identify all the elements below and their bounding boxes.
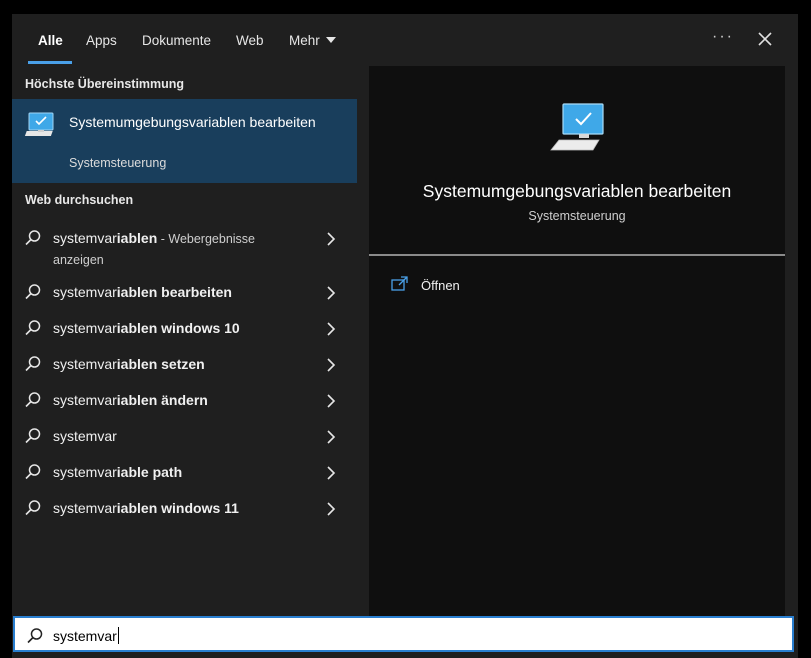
web-result-text: systemvar xyxy=(53,428,117,444)
web-result[interactable]: systemvariablen setzen xyxy=(12,351,357,377)
web-result-text: systemvariable path xyxy=(53,464,183,480)
web-result-text: systemvariablen windows 10 xyxy=(53,320,240,336)
search-icon xyxy=(25,428,41,444)
tab-apps[interactable]: Apps xyxy=(86,33,117,48)
computer-icon xyxy=(24,111,56,146)
search-icon xyxy=(27,628,43,644)
best-match-header: Höchste Übereinstimmung xyxy=(25,77,185,91)
web-result[interactable]: systemvar xyxy=(12,423,357,449)
tab-more[interactable]: Mehr xyxy=(289,33,336,48)
tab-more-label: Mehr xyxy=(289,33,320,48)
search-input[interactable]: systemvar xyxy=(53,627,119,644)
web-result-text: systemvariablen windows 11 xyxy=(53,500,239,516)
search-icon xyxy=(25,284,41,300)
web-result[interactable]: systemvariablen windows 11 xyxy=(12,495,357,521)
close-icon[interactable] xyxy=(754,28,776,50)
open-icon xyxy=(391,276,408,291)
search-icon xyxy=(25,500,41,516)
web-search-header: Web durchsuchen xyxy=(25,193,134,207)
tab-all[interactable]: Alle xyxy=(38,33,63,48)
web-result[interactable]: systemvariable path xyxy=(12,459,357,485)
search-icon xyxy=(25,230,41,246)
tab-web[interactable]: Web xyxy=(236,33,264,48)
search-icon xyxy=(25,320,41,336)
preview-subtitle: Systemsteuerung xyxy=(528,209,626,223)
chevron-right-icon xyxy=(327,502,336,516)
preview-title: Systemumgebungsvariablen bearbeiten xyxy=(422,181,732,201)
text-cursor xyxy=(117,627,119,644)
best-match-title: Systemumgebungsvariablen bearbeiten xyxy=(69,114,316,130)
more-options-icon[interactable]: ··· xyxy=(712,28,734,46)
search-icon xyxy=(25,392,41,408)
open-action[interactable]: Öffnen xyxy=(391,275,591,297)
open-action-label: Öffnen xyxy=(421,278,460,293)
web-result[interactable]: systemvariablen bearbeiten xyxy=(12,279,357,305)
tab-bar: Alle Apps Dokumente Web Mehr ··· xyxy=(12,14,798,66)
preview-panel: Systemumgebungsvariablen bearbeiten Syst… xyxy=(369,66,785,616)
chevron-right-icon xyxy=(327,286,336,300)
web-result[interactable]: systemvariablen ändern xyxy=(12,387,357,413)
search-box[interactable]: systemvar xyxy=(13,616,794,652)
search-window: Alle Apps Dokumente Web Mehr ··· Höchste… xyxy=(12,14,798,658)
chevron-right-icon xyxy=(327,232,336,246)
chevron-right-icon xyxy=(327,466,336,480)
web-result[interactable]: systemvariablen windows 10 xyxy=(12,315,357,341)
web-result-text: systemvariablen - Webergebnisse anzeigen xyxy=(53,230,256,267)
chevron-right-icon xyxy=(327,430,336,444)
best-match-item[interactable]: Systemumgebungsvariablen bearbeiten Syst… xyxy=(12,99,357,183)
chevron-right-icon xyxy=(327,322,336,336)
results-panel: Höchste Übereinstimmung Systemumgebungsv… xyxy=(12,66,357,616)
web-result[interactable]: systemvariablen - Webergebnisse anzeigen xyxy=(12,225,357,267)
search-icon xyxy=(25,464,41,480)
tab-documents[interactable]: Dokumente xyxy=(142,33,211,48)
divider xyxy=(369,254,785,256)
chevron-right-icon xyxy=(327,394,336,408)
web-result-text: systemvariablen ändern xyxy=(53,392,208,408)
best-match-subtitle: Systemsteuerung xyxy=(69,156,167,170)
computer-icon xyxy=(549,102,609,163)
chevron-right-icon xyxy=(327,358,336,372)
web-result-text: systemvariablen bearbeiten xyxy=(53,284,232,300)
search-icon xyxy=(25,356,41,372)
web-result-text: systemvariablen setzen xyxy=(53,356,205,372)
caret-down-icon xyxy=(325,37,336,43)
active-tab-indicator xyxy=(28,61,72,64)
